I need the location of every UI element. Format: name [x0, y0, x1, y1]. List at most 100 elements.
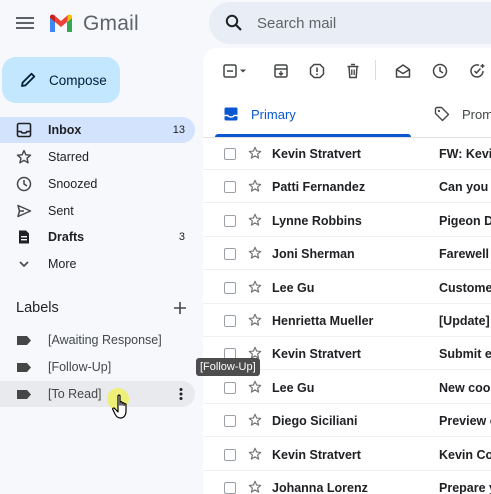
gmail-m-icon [50, 14, 72, 32]
email-subject: Farewell L [439, 247, 491, 262]
star-icon[interactable] [248, 413, 262, 427]
email-subject: Preview o [439, 414, 491, 429]
gmail-logo[interactable]: Gmail [48, 12, 139, 36]
search-icon[interactable] [225, 14, 243, 32]
label-name: [Awaiting Response] [48, 333, 162, 347]
sidebar-item-inbox[interactable]: Inbox 13 [0, 117, 195, 143]
email-row[interactable]: Lee Gu Customer [203, 271, 491, 304]
email-row[interactable]: Diego Siciliani Preview o [203, 404, 491, 438]
label-name: [Follow-Up] [48, 360, 112, 374]
inbox-icon [16, 122, 32, 138]
email-row[interactable]: Joni Sherman Farewell L [203, 237, 491, 271]
hand-cursor-icon [112, 394, 132, 420]
sidebar-item-label: Starred [48, 150, 89, 164]
star-icon[interactable] [248, 447, 262, 461]
label-tag-icon [16, 335, 32, 346]
row-checkbox[interactable] [224, 248, 236, 261]
report-spam-icon[interactable] [308, 62, 326, 80]
star-icon[interactable] [248, 313, 262, 327]
star-icon[interactable] [248, 179, 262, 193]
row-checkbox[interactable] [224, 381, 236, 394]
email-subject: Kevin Co [439, 447, 491, 462]
row-checkbox[interactable] [224, 482, 236, 494]
email-subject: Submit ex [439, 347, 491, 362]
mark-as-read-icon[interactable] [394, 62, 412, 80]
email-sender: Lee Gu [272, 280, 315, 295]
email-sender: Johanna Lorenz [272, 481, 368, 494]
archive-icon[interactable] [272, 62, 290, 80]
more-vert-icon[interactable] [175, 387, 187, 401]
label-awaiting-response[interactable]: [Awaiting Response] [0, 327, 195, 353]
email-subject: [Update] [439, 314, 490, 328]
email-sender: Patti Fernandez [272, 180, 366, 195]
email-row[interactable]: Henrietta Mueller [Update] [203, 304, 491, 337]
email-row[interactable]: Lynne Robbins Pigeon De [203, 204, 491, 237]
label-follow-up[interactable]: [Follow-Up] [0, 354, 195, 380]
search-bar[interactable] [209, 2, 491, 44]
add-to-tasks-icon[interactable] [468, 62, 486, 80]
toolbar-divider [375, 60, 376, 80]
sidebar-item-sent[interactable]: Sent [0, 198, 195, 224]
sidebar-item-more[interactable]: More [0, 251, 195, 277]
label-to-read[interactable]: [To Read] [0, 381, 195, 407]
email-subject: Pigeon De [439, 213, 491, 228]
delete-icon[interactable] [344, 62, 362, 80]
tab-primary[interactable]: Primary [223, 98, 413, 136]
draft-icon [16, 229, 32, 245]
email-sender: Lynne Robbins [272, 213, 362, 228]
label-tag-icon [16, 389, 32, 400]
email-sender: Kevin Stratvert [272, 347, 361, 362]
email-subject: FW: Kevin [439, 147, 491, 161]
email-subject: Can you w [439, 180, 491, 195]
email-sender: Kevin Stratvert [272, 147, 361, 161]
sidebar-item-label: More [48, 257, 77, 271]
email-subject: New cook [439, 380, 491, 395]
label-tooltip: [Follow-Up] [196, 358, 260, 376]
star-icon[interactable] [248, 213, 262, 227]
compose-button[interactable]: Compose [2, 57, 120, 103]
row-checkbox[interactable] [224, 415, 236, 428]
email-subject: Prepare y [439, 481, 491, 494]
star-icon[interactable] [248, 146, 262, 160]
email-row[interactable]: Kevin Stratvert Kevin Co [203, 438, 491, 471]
labels-heading: Labels [16, 300, 59, 316]
select-checkbox-dropdown[interactable] [222, 62, 246, 80]
row-checkbox[interactable] [224, 315, 236, 327]
row-checkbox[interactable] [224, 181, 236, 194]
row-checkbox[interactable] [224, 448, 236, 461]
tab-label: Promotions [462, 107, 491, 122]
label-name: [To Read] [48, 387, 102, 401]
main-menu-icon[interactable] [15, 14, 35, 32]
star-icon [16, 149, 32, 165]
email-sender: Lee Gu [272, 380, 315, 395]
star-icon[interactable] [248, 380, 262, 394]
email-row[interactable]: Johanna Lorenz Prepare y [203, 471, 491, 494]
sidebar-item-label: Inbox [48, 123, 82, 137]
email-row[interactable]: Kevin Stratvert FW: Kevin [203, 137, 491, 170]
pencil-icon [19, 71, 37, 89]
add-label-icon[interactable] [172, 300, 188, 316]
sidebar-item-label: Snoozed [48, 177, 98, 191]
snooze-icon[interactable] [431, 62, 449, 80]
clock-icon [16, 176, 32, 192]
compose-label: Compose [49, 72, 107, 88]
sidebar-item-label: Sent [48, 204, 74, 218]
search-input[interactable] [257, 14, 487, 32]
row-checkbox[interactable] [224, 281, 236, 294]
tab-promotions[interactable]: Promotions [434, 98, 491, 136]
sidebar-item-snoozed[interactable]: Snoozed [0, 171, 195, 197]
star-icon[interactable] [248, 480, 262, 494]
email-sender: Henrietta Mueller [272, 314, 374, 328]
star-icon[interactable] [248, 246, 262, 260]
row-checkbox[interactable] [224, 214, 236, 227]
label-tag-icon [16, 362, 32, 373]
email-row[interactable]: Patti Fernandez Can you w [203, 170, 491, 204]
draft-count: 3 [178, 231, 185, 243]
row-checkbox[interactable] [224, 148, 236, 160]
star-icon[interactable] [248, 280, 262, 294]
sidebar-item-label: Drafts [48, 230, 85, 244]
email-sender: Diego Siciliani [272, 414, 358, 429]
email-sender: Kevin Stratvert [272, 447, 361, 462]
sidebar-item-drafts[interactable]: Drafts 3 [0, 224, 195, 250]
sidebar-item-starred[interactable]: Starred [0, 144, 195, 170]
